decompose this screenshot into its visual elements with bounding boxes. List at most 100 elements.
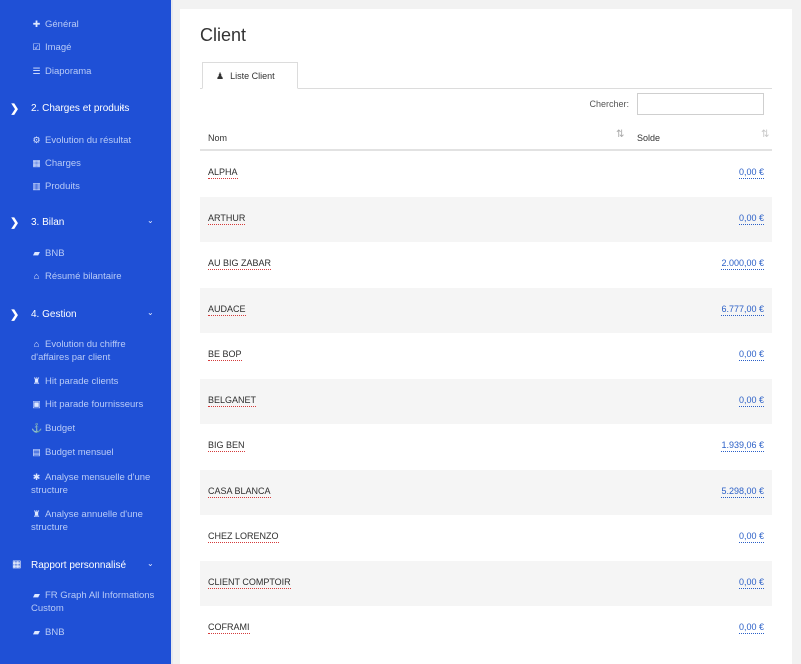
sidebar-item-hit-parade-fournisseurs[interactable]: ▣ Hit parade fournisseurs xyxy=(31,398,165,411)
sidebar-item-label: Général xyxy=(45,19,79,30)
sidebar-item-hit-parade-clients[interactable]: ♜ Hit parade clients xyxy=(31,375,165,388)
sidebar-item-label: Budget xyxy=(45,423,76,434)
section-label: 4. Gestion xyxy=(31,309,77,320)
section-label: 3. Bilan xyxy=(31,217,65,228)
table-icon: ▦ xyxy=(32,158,41,168)
sidebar-section-gestion[interactable]: ❯ 4. Gestion ⌄ xyxy=(0,306,171,326)
table-row: COFRAMI 0,00 € xyxy=(200,606,772,652)
client-solde-link[interactable]: 0,00 € xyxy=(738,531,764,543)
sidebar-item-evolution-ca-client[interactable]: ⌂ Evolution du chiffre d'affaires par cli… xyxy=(31,338,165,364)
sidebar-item-budget-mensuel[interactable]: ▤ Budget mensuel xyxy=(31,446,165,459)
section-label: 2. Charges et produits xyxy=(31,103,130,114)
client-solde-link[interactable]: 0,00 € xyxy=(738,395,764,407)
sidebar-section-charges-produits[interactable]: ❯ 2. Charges et produits ⌄ xyxy=(0,100,171,120)
sidebar-item-general[interactable]: ✚ Général xyxy=(31,18,165,31)
client-name-link[interactable]: AU BIG ZABAR xyxy=(208,258,272,270)
table-row: CHEZ LORENZO 0,00 € xyxy=(200,515,772,561)
car-icon: ▣ xyxy=(32,399,41,409)
user-icon: ♟ xyxy=(216,71,225,81)
table-row: CLIENT COMPTOIR 0,00 € xyxy=(200,560,772,606)
client-solde-link[interactable]: 0,00 € xyxy=(738,213,764,225)
sidebar-item-bnb-2[interactable]: ▰ BNB xyxy=(31,626,165,639)
sidebar-item-evolution-resultat[interactable]: ⚙ Evolution du résultat xyxy=(31,134,165,147)
client-solde-link[interactable]: 0,00 € xyxy=(738,577,764,589)
client-name-link[interactable]: CASA BLANCA xyxy=(208,486,271,498)
client-solde-link[interactable]: 5.298,00 € xyxy=(721,486,764,498)
sidebar-item-image[interactable]: ☑ Imagé xyxy=(31,41,165,54)
client-name-link[interactable]: CLIENT COMPTOIR xyxy=(208,577,291,589)
client-name-link[interactable]: BE BOP xyxy=(208,349,242,361)
sidebar-item-charges[interactable]: ▦ Charges xyxy=(31,157,165,170)
sidebar: ✚ Général ☑ Imagé ☰ Diaporama ❯ 2. Charges … xyxy=(0,0,171,664)
sidebar-item-label: Charges xyxy=(45,158,81,169)
trophy-icon: ♜ xyxy=(32,376,41,386)
sidebar-item-analyse-mensuelle[interactable]: ✱ Analyse mensuelle d'une structure xyxy=(31,471,165,497)
sort-icon[interactable]: ⇅ xyxy=(761,129,769,140)
chevron-down-icon: ⌄ xyxy=(147,308,154,317)
trophy-icon: ♜ xyxy=(32,509,41,519)
client-solde-link[interactable]: 0,00 € xyxy=(738,167,764,179)
client-name-link[interactable]: BELGANET xyxy=(208,395,257,407)
sidebar-item-resume-bilantaire[interactable]: ⌂ Résumé bilantaire xyxy=(31,270,165,283)
sidebar-item-label: Analyse annuelle d'une structure xyxy=(31,509,143,533)
table-row: BELGANET 0,00 € xyxy=(200,378,772,424)
grid-icon: ▦ xyxy=(12,559,22,570)
book-icon: ▰ xyxy=(33,248,40,258)
client-solde-link[interactable]: 6.777,00 € xyxy=(721,304,764,316)
table-row: AUDACE 6.777,00 € xyxy=(200,287,772,333)
table-row: CASA BLANCA 5.298,00 € xyxy=(200,469,772,515)
chevron-right-icon: ❯ xyxy=(10,309,20,321)
table-row: BIG BEN 1.939,06 € xyxy=(200,424,772,470)
book-icon: ▰ xyxy=(33,590,40,600)
client-name-link[interactable]: COFRAMI xyxy=(208,622,250,634)
sidebar-item-produits[interactable]: ▥ Produits xyxy=(31,180,165,193)
client-solde-link[interactable]: 0,00 € xyxy=(738,622,764,634)
sidebar-item-label: Résumé bilantaire xyxy=(45,271,122,282)
sidebar-item-diaporama[interactable]: ☰ Diaporama xyxy=(31,65,165,78)
sidebar-item-budget[interactable]: ⚓ Budget xyxy=(31,422,165,435)
building-icon: ▥ xyxy=(32,181,41,191)
calendar-icon: ▤ xyxy=(32,447,41,457)
chevron-down-icon: ⌄ xyxy=(147,216,154,225)
sidebar-section-bilan[interactable]: ❯ 3. Bilan ⌄ xyxy=(0,214,171,234)
sidebar-item-bnb[interactable]: ▰ BNB xyxy=(31,247,165,260)
client-solde-link[interactable]: 2.000,00 € xyxy=(721,258,764,270)
sidebar-item-label: Hit parade clients xyxy=(45,376,119,387)
sidebar-item-label: BNB xyxy=(45,248,65,259)
main-panel: Client ♟ Liste Client Chercher: Nom ⇅ Sol… xyxy=(180,9,792,664)
sidebar-item-label: Hit parade fournisseurs xyxy=(45,399,144,410)
client-name-link[interactable]: ARTHUR xyxy=(208,213,246,225)
client-name-link[interactable]: AUDACE xyxy=(208,304,246,316)
sidebar-item-label: Produits xyxy=(45,181,80,192)
client-solde-link[interactable]: 1.939,06 € xyxy=(721,440,764,452)
column-header-solde[interactable]: Solde xyxy=(637,133,660,143)
sort-icon[interactable]: ⇅ xyxy=(616,129,624,140)
sidebar-item-fr-graph[interactable]: ▰ FR Graph All Informations Custom xyxy=(31,589,165,615)
tab-liste-client[interactable]: ♟ Liste Client xyxy=(202,62,298,89)
client-name-link[interactable]: BIG BEN xyxy=(208,440,245,452)
chevron-right-icon: ❯ xyxy=(10,217,20,229)
search-input[interactable] xyxy=(637,93,764,115)
client-table-body: ALPHA 0,00 € ARTHUR 0,00 € AU BIG ZABAR … xyxy=(200,151,772,652)
bank-icon: ⌂ xyxy=(33,271,40,281)
table-row: ALPHA 0,00 € xyxy=(200,151,772,197)
list-icon: ☰ xyxy=(32,66,41,76)
section-label: Rapport personnalisé xyxy=(31,560,127,571)
sidebar-item-label: Evolution du chiffre d'affaires par clie… xyxy=(31,339,126,363)
column-header-nom[interactable]: Nom xyxy=(208,133,227,143)
bank-icon: ⌂ xyxy=(33,339,40,349)
sidebar-item-label: Analyse mensuelle d'une structure xyxy=(31,472,151,496)
sidebar-item-label: Imagé xyxy=(45,42,72,53)
sidebar-section-rapport-personnalise[interactable]: ▦ Rapport personnalisé ⌄ xyxy=(0,557,171,577)
table-row: ARTHUR 0,00 € xyxy=(200,196,772,242)
client-name-link[interactable]: ALPHA xyxy=(208,167,238,179)
sidebar-item-label: Budget mensuel xyxy=(45,447,114,458)
table-header: Nom ⇅ Solde ⇅ xyxy=(200,121,772,151)
client-name-link[interactable]: CHEZ LORENZO xyxy=(208,531,279,543)
client-solde-link[interactable]: 0,00 € xyxy=(738,349,764,361)
book-icon: ▰ xyxy=(33,627,40,637)
sidebar-item-analyse-annuelle[interactable]: ♜ Analyse annuelle d'une structure xyxy=(31,508,165,534)
plus-icon: ✚ xyxy=(32,19,41,29)
sidebar-item-label: Diaporama xyxy=(45,66,92,77)
sidebar-item-label: FR Graph All Informations Custom xyxy=(31,590,155,614)
